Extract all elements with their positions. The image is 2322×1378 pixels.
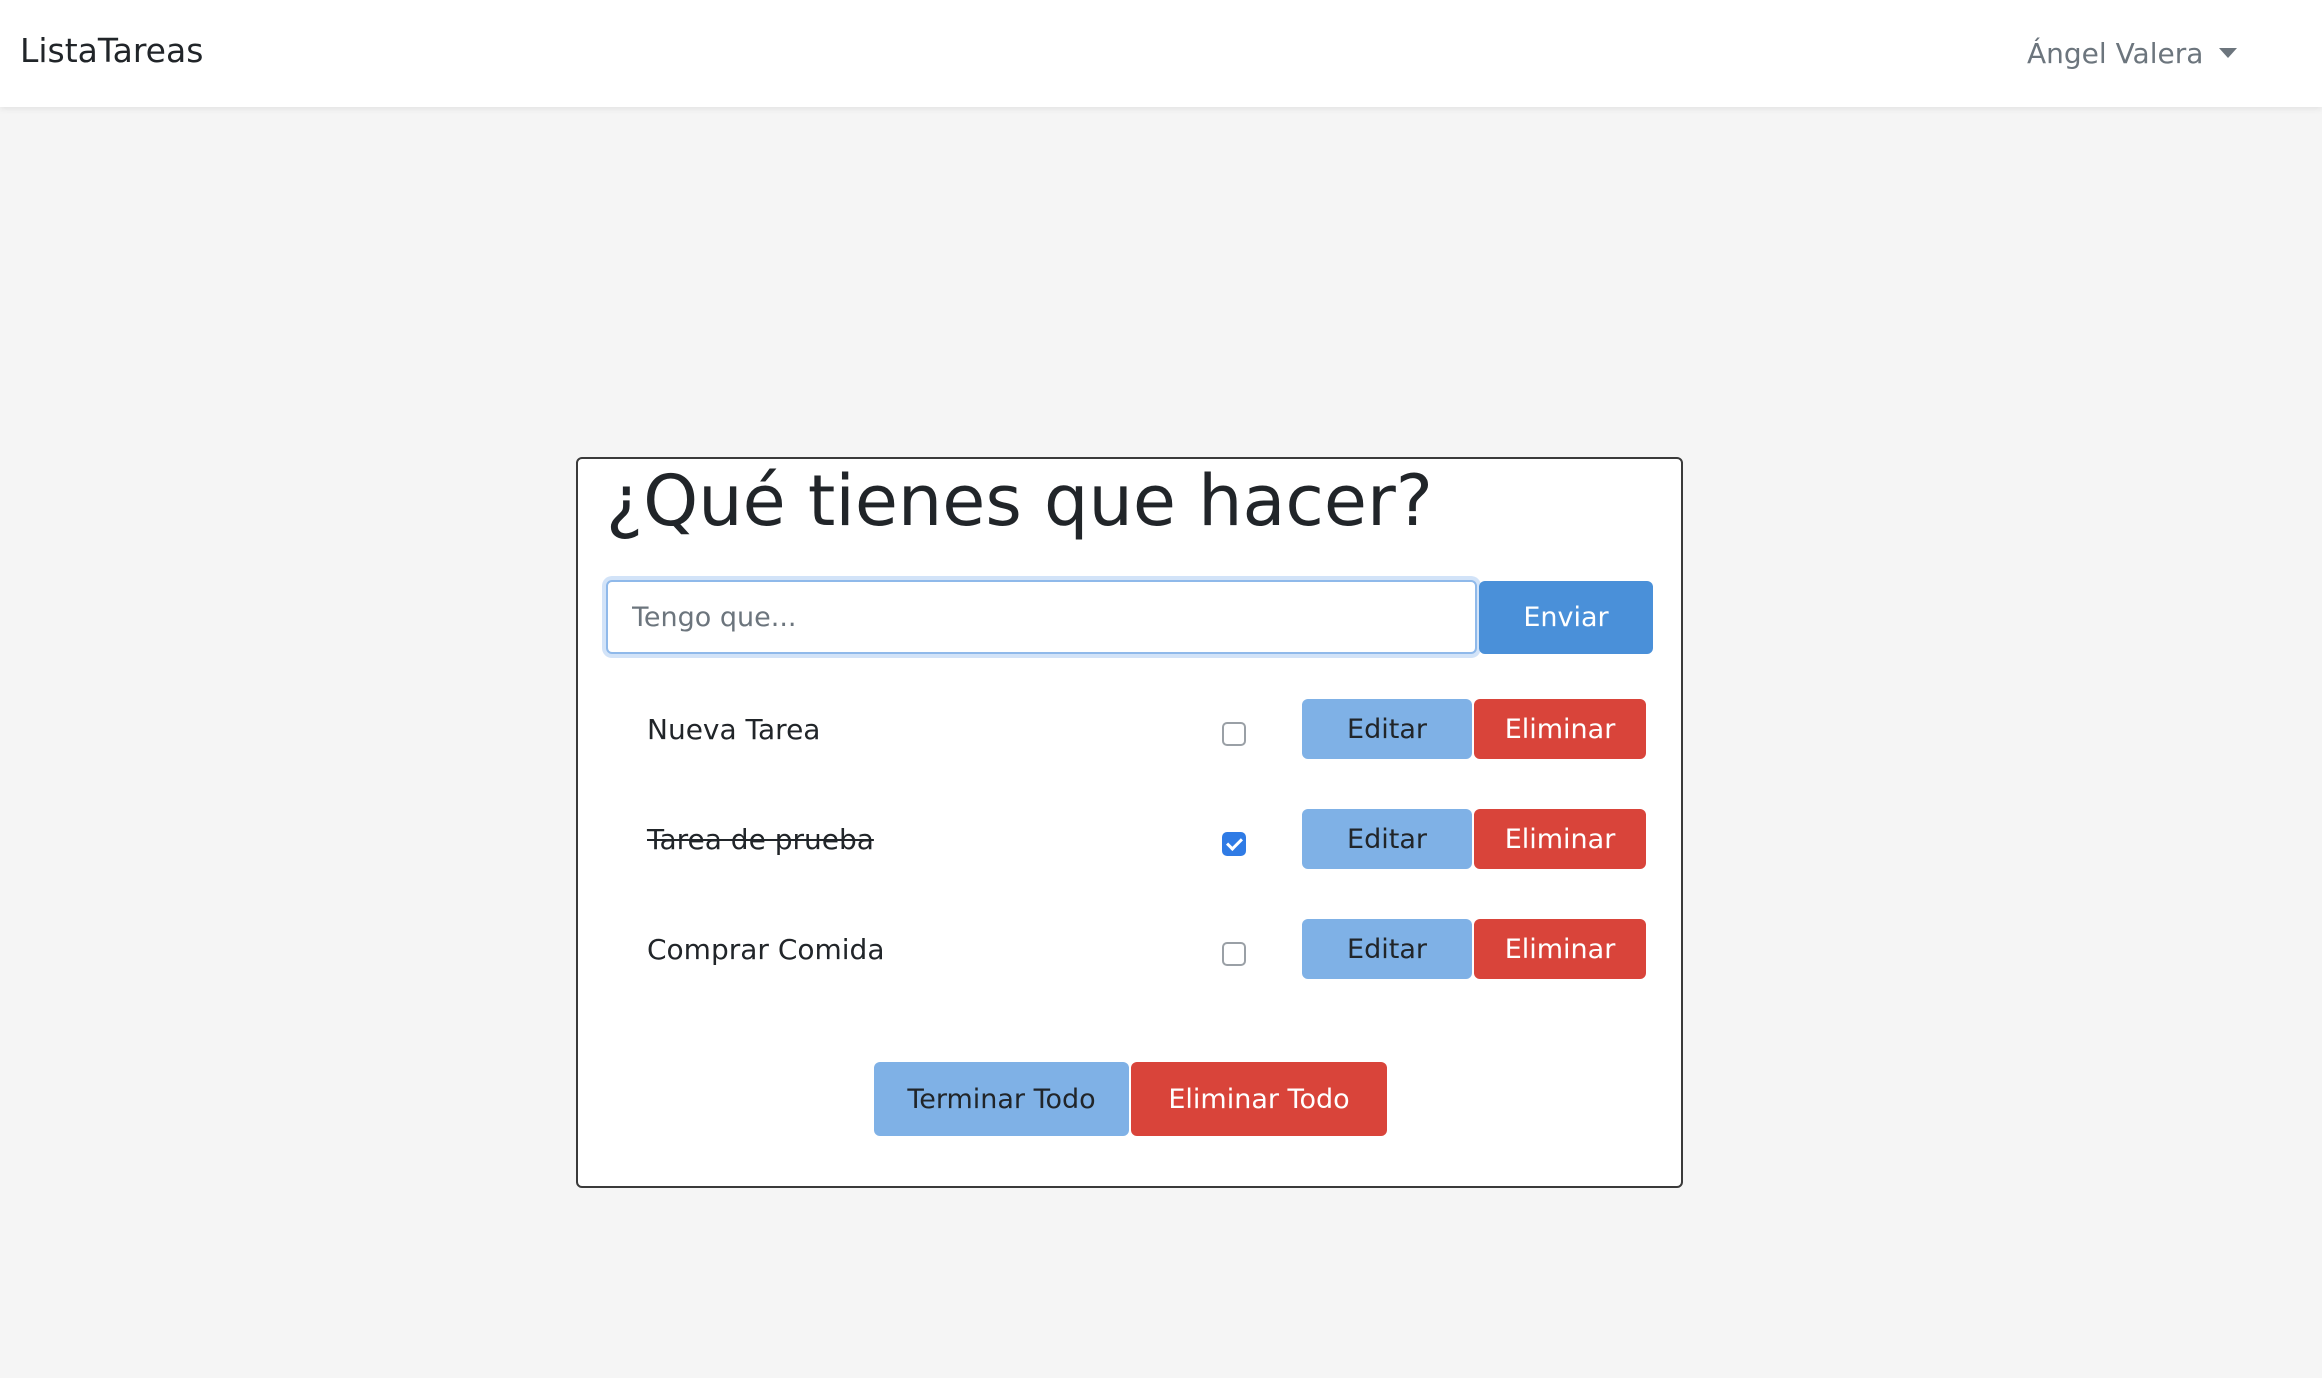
- delete-all-button[interactable]: Eliminar Todo: [1131, 1062, 1387, 1136]
- navbar: ListaTareas Ángel Valera: [0, 0, 2322, 107]
- delete-task-button[interactable]: Eliminar: [1474, 919, 1646, 979]
- finish-all-button[interactable]: Terminar Todo: [874, 1062, 1129, 1136]
- delete-task-button[interactable]: Eliminar: [1474, 699, 1646, 759]
- edit-task-button[interactable]: Editar: [1302, 699, 1472, 759]
- task-label: Nueva Tarea: [647, 713, 821, 746]
- edit-task-button[interactable]: Editar: [1302, 809, 1472, 869]
- todo-card: ¿Qué tienes que hacer? Enviar Nueva Tare…: [576, 457, 1683, 1188]
- task-row: Comprar Comida Editar Eliminar: [578, 919, 1678, 979]
- edit-task-button[interactable]: Editar: [1302, 919, 1472, 979]
- task-row: Nueva Tarea Editar Eliminar: [578, 699, 1678, 759]
- caret-down-icon: [2219, 48, 2238, 58]
- task-done-checkbox[interactable]: [1222, 722, 1246, 746]
- task-label: Tarea de prueba: [647, 823, 874, 856]
- send-button[interactable]: Enviar: [1479, 581, 1653, 654]
- task-input[interactable]: [606, 580, 1477, 654]
- task-done-checkbox[interactable]: [1222, 832, 1246, 856]
- page-title: ¿Qué tienes que hacer?: [606, 460, 1433, 542]
- task-row: Tarea de prueba Editar Eliminar: [578, 809, 1678, 869]
- delete-task-button[interactable]: Eliminar: [1474, 809, 1646, 869]
- user-menu-dropdown[interactable]: Ángel Valera: [2027, 33, 2238, 73]
- task-label: Comprar Comida: [647, 933, 885, 966]
- task-done-checkbox[interactable]: [1222, 942, 1246, 966]
- user-name: Ángel Valera: [2027, 36, 2204, 70]
- brand-logo[interactable]: ListaTareas: [20, 31, 203, 70]
